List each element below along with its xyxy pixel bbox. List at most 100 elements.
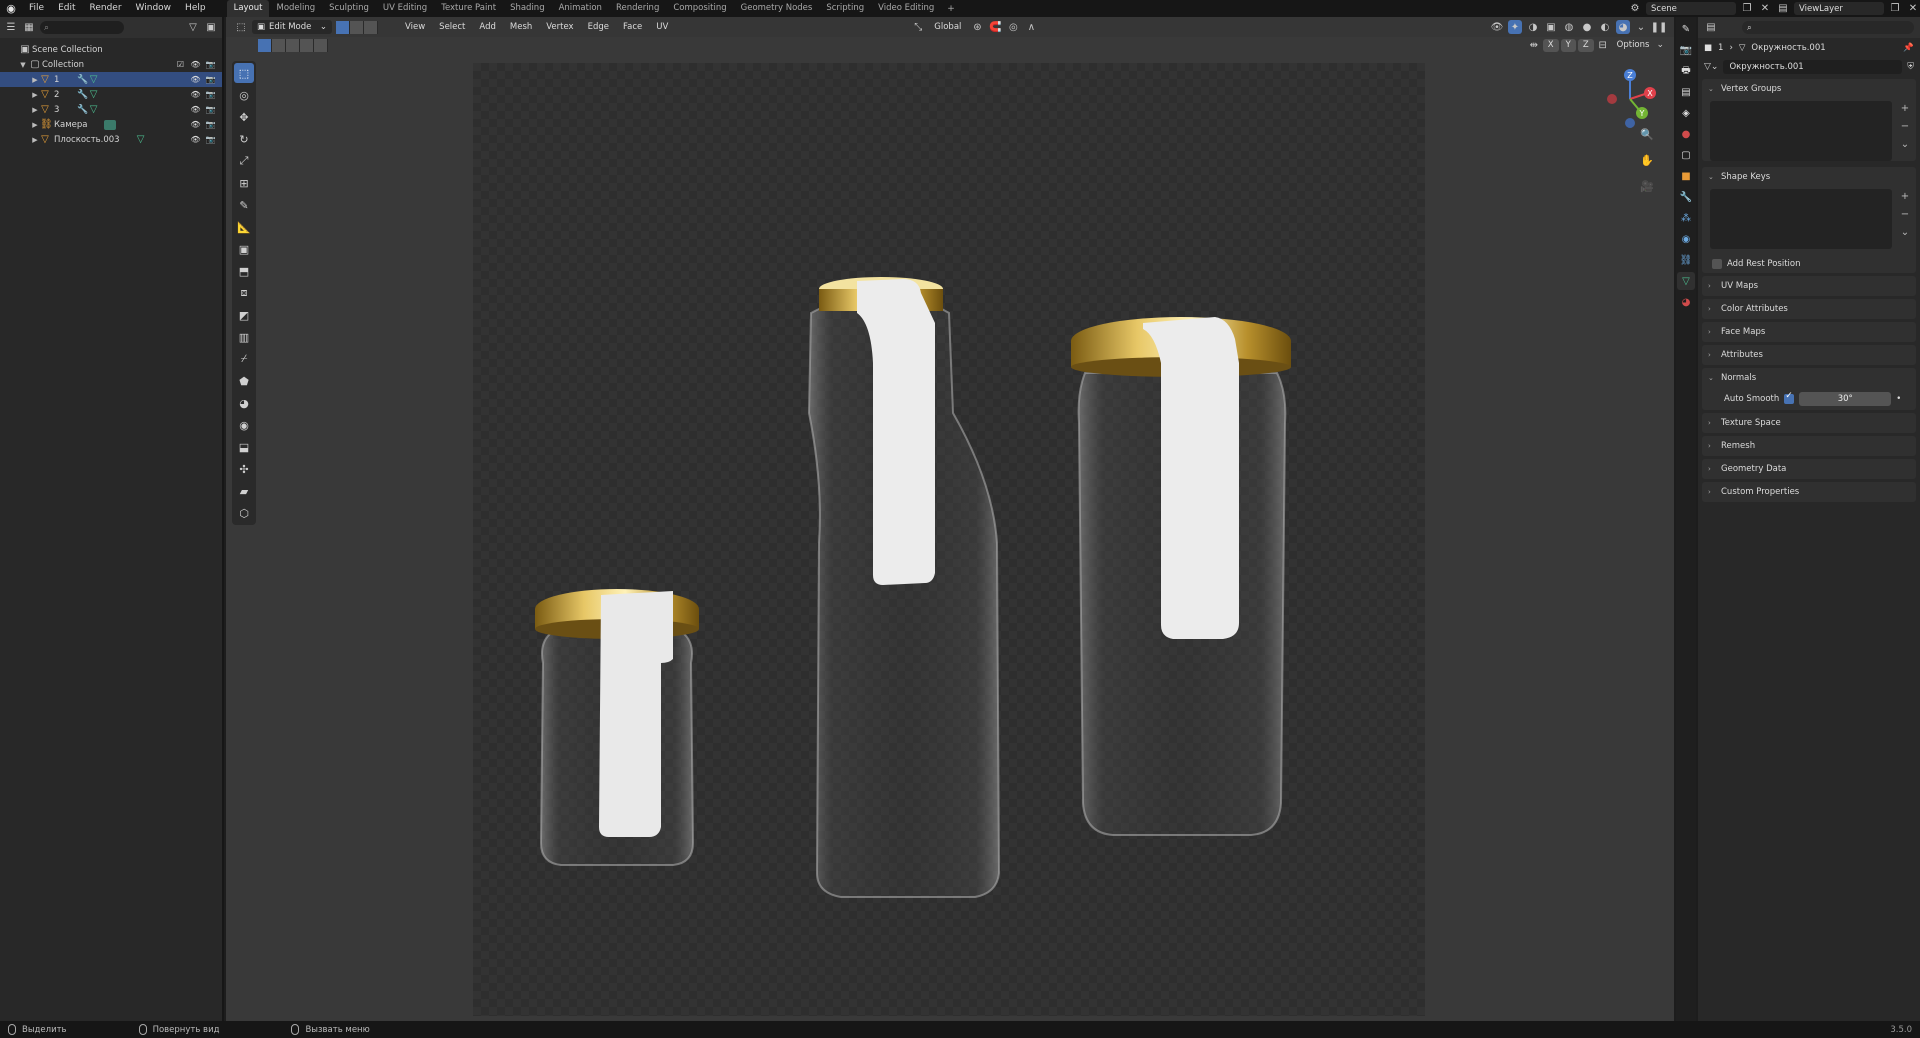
menu-mesh[interactable]: Mesh: [505, 22, 537, 32]
edge-slide-tool[interactable]: ⬓: [234, 437, 254, 457]
render-camera-icon[interactable]: 📷: [205, 104, 216, 115]
keyframe-dot-icon[interactable]: •: [1896, 394, 1901, 404]
xray-icon[interactable]: ▣: [1544, 20, 1558, 34]
tab-animation[interactable]: Animation: [552, 0, 609, 17]
select-invert-button[interactable]: [300, 38, 314, 52]
loop-cut-tool[interactable]: ▥: [234, 327, 254, 347]
outliner-item-2[interactable]: ▶ ▽ 2 🔧 ▽ 👁 📷: [0, 87, 222, 102]
tab-layout[interactable]: Layout: [226, 0, 270, 17]
collection-tab-icon[interactable]: ▢: [1677, 146, 1695, 164]
options-menu[interactable]: Options: [1612, 40, 1655, 50]
delete-view-layer-icon[interactable]: ✕: [1906, 2, 1920, 16]
tab-rendering[interactable]: Rendering: [609, 0, 666, 17]
outliner-search-input[interactable]: ⌕: [40, 21, 124, 34]
shear-tool[interactable]: ▰: [234, 481, 254, 501]
exclude-checkbox-icon[interactable]: ☑: [175, 59, 186, 70]
outliner-item-camera[interactable]: ▶ ⛓ Камера 👁 📷: [0, 117, 222, 132]
add-icon[interactable]: +: [1898, 101, 1912, 115]
texture-space-header[interactable]: › Texture Space: [1702, 413, 1916, 433]
move-tool[interactable]: ✥: [234, 107, 254, 127]
expand-arrow-icon[interactable]: ▶: [30, 136, 40, 144]
scene-selector[interactable]: Scene: [1646, 2, 1736, 15]
expand-arrow-icon[interactable]: ▶: [30, 76, 40, 84]
tab-uv-editing[interactable]: UV Editing: [376, 0, 434, 17]
material-tab-icon[interactable]: ◕: [1677, 293, 1695, 311]
mirror-z-toggle[interactable]: Z: [1577, 38, 1594, 52]
select-intersect-button[interactable]: [314, 38, 328, 52]
tab-modeling[interactable]: Modeling: [269, 0, 322, 17]
view-layer-selector[interactable]: ViewLayer: [1794, 2, 1884, 15]
modifier-tab-icon[interactable]: 🔧: [1677, 188, 1695, 206]
scene-icon[interactable]: ⚙: [1628, 2, 1642, 16]
outliner-item-plane[interactable]: ▶ ▽ Плоскость.003 ▽ 👁 📷: [0, 132, 222, 147]
expand-arrow-icon[interactable]: ▼: [18, 61, 28, 69]
add-rest-position-checkbox[interactable]: [1712, 259, 1722, 269]
pivot-icon[interactable]: ⊛: [970, 20, 984, 34]
mesh-browse-icon[interactable]: ▽⌄: [1704, 62, 1718, 72]
constraints-tab-icon[interactable]: ⛓: [1677, 251, 1695, 269]
mode-selector[interactable]: ▣ Edit Mode ⌄: [252, 20, 332, 34]
extrude-tool[interactable]: ⬒: [234, 261, 254, 281]
color-attributes-header[interactable]: › Color Attributes: [1702, 299, 1916, 319]
scene-collection-row[interactable]: ▣ Scene Collection: [0, 42, 222, 57]
editor-type-icon[interactable]: ▤: [1704, 21, 1718, 35]
remove-icon[interactable]: −: [1898, 207, 1912, 221]
tab-video-editing[interactable]: Video Editing: [871, 0, 941, 17]
new-scene-icon[interactable]: ❐: [1740, 2, 1754, 16]
menu-view[interactable]: View: [400, 22, 430, 32]
geometry-data-header[interactable]: › Geometry Data: [1702, 459, 1916, 479]
tab-compositing[interactable]: Compositing: [666, 0, 733, 17]
shape-keys-list[interactable]: + − ⌄: [1710, 189, 1909, 249]
pause-icon[interactable]: ❚❚: [1651, 20, 1668, 34]
mirror-x-toggle[interactable]: X: [1542, 38, 1559, 52]
menu-add[interactable]: Add: [474, 22, 500, 32]
menu-face[interactable]: Face: [618, 22, 647, 32]
knife-tool[interactable]: ⌿: [234, 349, 254, 369]
world-tab-icon[interactable]: ●: [1677, 125, 1695, 143]
normals-header[interactable]: ⌄ Normals: [1702, 368, 1916, 388]
tab-texture-paint[interactable]: Texture Paint: [434, 0, 503, 17]
select-box-tool[interactable]: ⬚: [234, 63, 254, 83]
inset-tool[interactable]: ⧈: [234, 283, 254, 303]
add-cube-tool[interactable]: ▣: [234, 239, 254, 259]
select-extend-button[interactable]: [272, 38, 286, 52]
visibility-eye-icon[interactable]: 👁: [190, 59, 201, 70]
auto-smooth-angle-field[interactable]: 30°: [1799, 392, 1892, 406]
delete-scene-icon[interactable]: ✕: [1758, 2, 1772, 16]
shading-rendered-icon[interactable]: ◕: [1616, 20, 1630, 34]
tab-shading[interactable]: Shading: [503, 0, 552, 17]
navigation-gizmo[interactable]: Z X Y: [1600, 65, 1660, 129]
shading-solid-icon[interactable]: ●: [1580, 20, 1594, 34]
falloff-icon[interactable]: ∧: [1024, 20, 1038, 34]
menu-select[interactable]: Select: [434, 22, 470, 32]
tool-tab-icon[interactable]: ✎: [1677, 20, 1695, 38]
zoom-icon[interactable]: 🔍: [1638, 125, 1656, 143]
fake-user-shield-icon[interactable]: ⛨: [1907, 62, 1914, 72]
camera-view-icon[interactable]: 🎥: [1638, 177, 1656, 195]
attributes-header[interactable]: › Attributes: [1702, 345, 1916, 365]
orientation-selector[interactable]: Global: [929, 22, 966, 32]
collection-row[interactable]: ▼ ▢ Collection ☑ 👁 📷: [0, 57, 222, 72]
shape-keys-header[interactable]: ⌄ Shape Keys: [1702, 167, 1916, 187]
visibility-eye-icon[interactable]: 👁: [190, 104, 201, 115]
cursor-tool[interactable]: ◎: [234, 85, 254, 105]
render-tab-icon[interactable]: 📷: [1677, 41, 1695, 59]
rotate-tool[interactable]: ↻: [234, 129, 254, 149]
output-tab-icon[interactable]: 🖶: [1677, 62, 1695, 80]
object-tab-icon[interactable]: ■: [1677, 167, 1695, 185]
expand-arrow-icon[interactable]: ▶: [30, 106, 40, 114]
menu-file[interactable]: File: [22, 0, 51, 17]
mesh-data-tab-icon[interactable]: ▽: [1677, 272, 1695, 290]
select-new-button[interactable]: [258, 38, 272, 52]
select-subtract-button[interactable]: [286, 38, 300, 52]
visibility-selector-icon[interactable]: 👁: [1490, 20, 1504, 34]
pan-hand-icon[interactable]: ✋: [1638, 151, 1656, 169]
specials-chevron-icon[interactable]: ⌄: [1898, 137, 1912, 151]
menu-edit[interactable]: Edit: [51, 0, 82, 17]
add-rest-position-row[interactable]: Add Rest Position: [1702, 255, 1916, 273]
visibility-eye-icon[interactable]: 👁: [190, 74, 201, 85]
shading-options-icon[interactable]: ⌄: [1634, 20, 1648, 34]
render-camera-icon[interactable]: 📷: [205, 74, 216, 85]
shrink-fatten-tool[interactable]: ✣: [234, 459, 254, 479]
physics-tab-icon[interactable]: ◉: [1677, 230, 1695, 248]
